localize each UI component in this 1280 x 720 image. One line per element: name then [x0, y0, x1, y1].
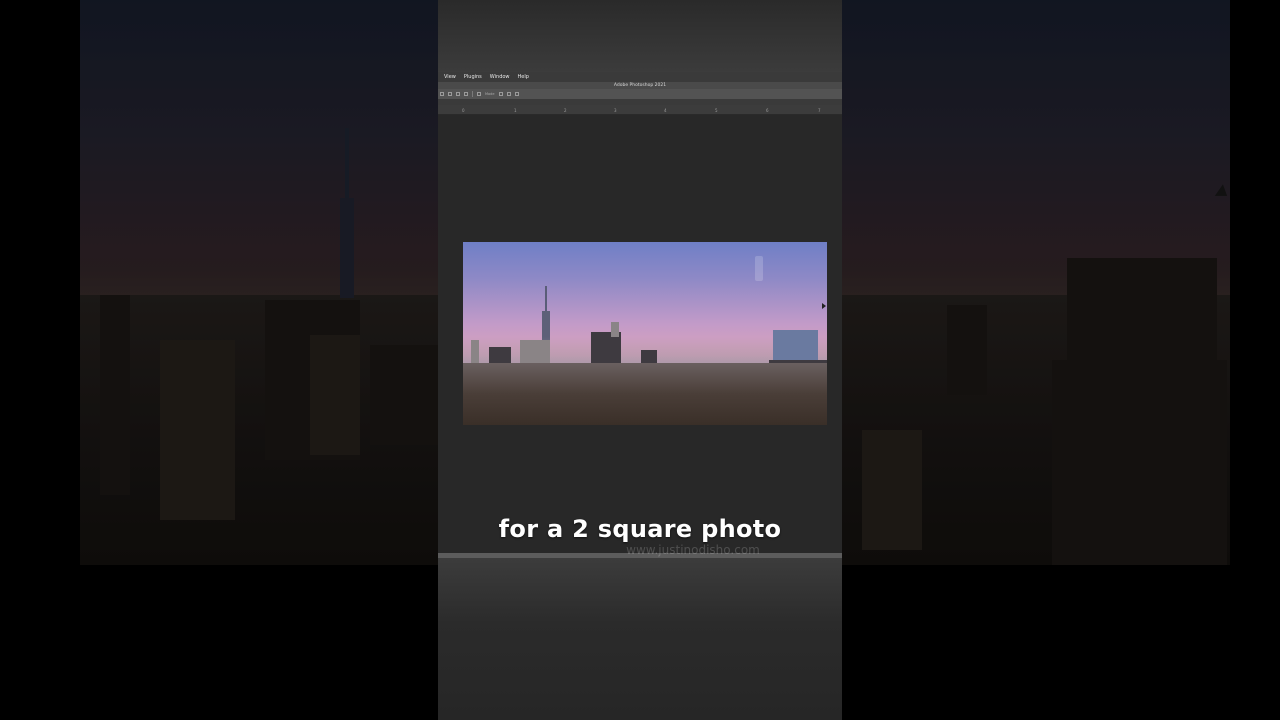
menu-bar: View Plugins Window Help	[438, 72, 842, 82]
watermark: www.justinodisho.com	[626, 543, 760, 557]
ruler-tick: 2	[564, 108, 567, 113]
ruler-tick: 6	[766, 108, 769, 113]
ruler-tick: 4	[664, 108, 667, 113]
horizontal-ruler: 0 1 2 3 4 5 6 7	[438, 105, 842, 115]
app-title: Adobe Photoshop 2021	[613, 83, 667, 88]
move-icon[interactable]	[514, 92, 519, 96]
background-photo-right	[842, 0, 1230, 565]
align-right-icon[interactable]	[456, 92, 460, 96]
ruler-tick: 5	[715, 108, 718, 113]
align-left-icon[interactable]	[440, 92, 444, 96]
ruler-tick: 7	[818, 108, 821, 113]
options-bar: Mode	[438, 89, 842, 99]
menu-window[interactable]: Window	[490, 72, 510, 82]
caption-subtitle: for a 2 square photo	[498, 515, 782, 543]
ruler-tick: 0	[462, 108, 465, 113]
menu-help[interactable]: Help	[518, 72, 529, 82]
title-bar: Adobe Photoshop 2021	[438, 82, 842, 89]
background-photo-left	[80, 0, 438, 565]
divider	[472, 91, 473, 97]
distribute-icon[interactable]	[464, 92, 468, 96]
more-options-icon[interactable]	[477, 92, 481, 96]
ruler-tick: 1	[514, 108, 517, 113]
mode-label: Mode	[485, 92, 495, 96]
align-center-icon[interactable]	[448, 92, 452, 96]
cursor-icon	[822, 303, 826, 309]
grid-icon[interactable]	[506, 92, 511, 96]
transform-icon[interactable]	[498, 92, 503, 96]
ruler-tick: 3	[614, 108, 617, 113]
document-photo[interactable]	[463, 242, 827, 425]
menu-view[interactable]: View	[444, 72, 456, 82]
menu-plugins[interactable]: Plugins	[464, 72, 482, 82]
